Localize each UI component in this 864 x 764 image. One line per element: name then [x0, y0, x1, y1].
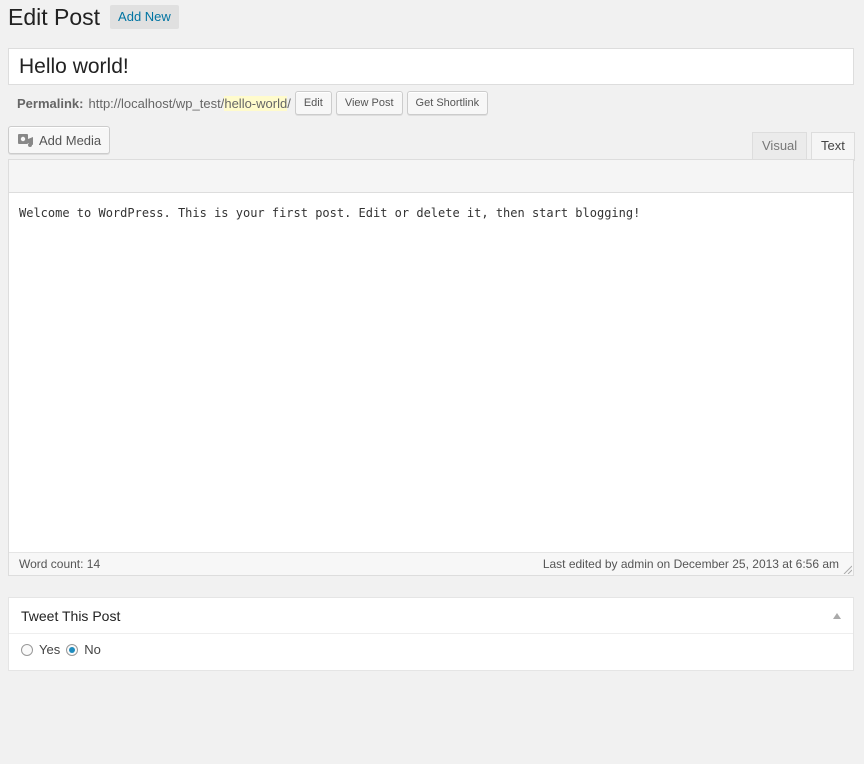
metabox-body: Yes No — [9, 634, 853, 665]
permalink-label: Permalink: — [17, 95, 84, 111]
radio-no-label: No — [84, 642, 101, 657]
add-new-button[interactable]: Add New — [110, 5, 179, 29]
quicktags-toolbar — [9, 160, 853, 193]
page-title: Edit Post — [8, 4, 101, 30]
metabox-title: Tweet This Post — [21, 607, 121, 624]
tweet-this-post-metabox: Tweet This Post Yes No — [8, 597, 854, 671]
page-header: Edit Post Add New — [8, 3, 179, 31]
permalink-url[interactable]: http://localhost/wp_test/hello-world/ — [88, 95, 291, 111]
content-textarea[interactable]: Welcome to WordPress. This is your first… — [9, 193, 853, 553]
post-status-info: Word count: 14 Last edited by admin on D… — [9, 552, 853, 575]
collapse-arrow-icon[interactable] — [833, 612, 841, 619]
tab-visual[interactable]: Visual — [752, 132, 808, 160]
editor-container: Welcome to WordPress. This is your first… — [8, 159, 854, 576]
radio-checked-dot — [69, 646, 76, 653]
permalink-slug: hello-world — [224, 95, 288, 111]
radio-yes[interactable] — [21, 643, 33, 656]
add-media-label: Add Media — [39, 132, 102, 148]
edit-permalink-button[interactable]: Edit — [294, 91, 332, 115]
word-count: Word count: 14 — [19, 557, 101, 571]
get-shortlink-button[interactable]: Get Shortlink — [406, 91, 489, 115]
radio-yes-label: Yes — [39, 642, 61, 657]
post-title-input[interactable]: Hello world! — [8, 48, 854, 85]
permalink-row: Permalink: http://localhost/wp_test/hell… — [17, 91, 489, 115]
permalink-trailing-slash: / — [287, 95, 291, 111]
media-icon — [16, 131, 34, 149]
view-post-button[interactable]: View Post — [335, 91, 403, 115]
permalink-base-url: http://localhost/wp_test/ — [88, 95, 225, 111]
add-media-button[interactable]: Add Media — [8, 126, 111, 154]
metabox-header[interactable]: Tweet This Post — [9, 598, 853, 634]
last-edited: Last edited by admin on December 25, 201… — [542, 557, 839, 571]
tab-text[interactable]: Text — [811, 132, 855, 161]
radio-no[interactable] — [66, 643, 79, 656]
resize-handle-icon[interactable] — [842, 564, 852, 574]
